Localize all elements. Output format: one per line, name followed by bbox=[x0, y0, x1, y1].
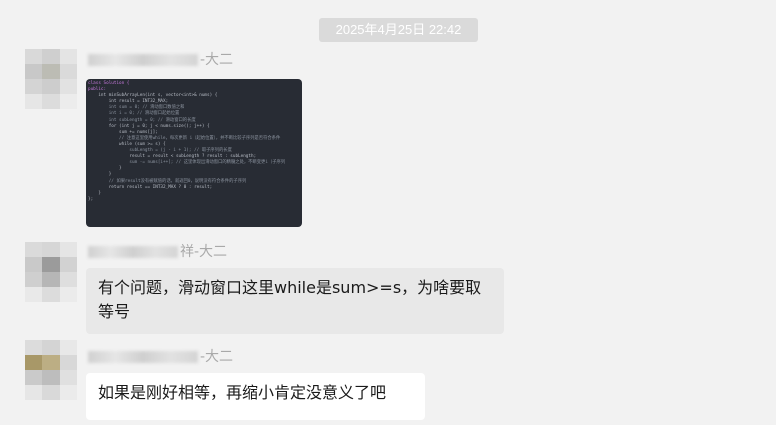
sender-name-suffix: 祥-大二 bbox=[180, 244, 228, 260]
avatar[interactable] bbox=[25, 242, 77, 302]
sender-name: -大二 bbox=[88, 50, 233, 70]
chat-timestamp: 2025年4月25日 22:42 bbox=[319, 18, 478, 42]
avatar[interactable] bbox=[25, 340, 77, 400]
sender-name-suffix: -大二 bbox=[200, 349, 234, 365]
avatar[interactable] bbox=[25, 49, 77, 109]
sender-name-suffix: -大二 bbox=[200, 52, 234, 68]
message-bubble[interactable]: 有个问题，滑动窗口这里while是sum>=s，为啥要取等号 bbox=[86, 268, 504, 334]
sender-name: -大二 bbox=[88, 347, 233, 367]
message-text: 如果是刚好相等，再缩小肯定没意义了吧 bbox=[98, 383, 387, 402]
blurred-name bbox=[88, 351, 198, 363]
blurred-name bbox=[88, 246, 178, 258]
message-bubble[interactable]: 如果是刚好相等，再缩小肯定没意义了吧 bbox=[86, 373, 425, 420]
sender-name: 祥-大二 bbox=[88, 242, 227, 262]
message-text: 有个问题，滑动窗口这里while是sum>=s，为啥要取等号 bbox=[98, 278, 482, 321]
blurred-name bbox=[88, 54, 198, 66]
code-line: }; bbox=[88, 196, 94, 202]
code-image[interactable]: class Solution {public: int minSubArrayL… bbox=[86, 79, 302, 227]
code-lines: class Solution {public: int minSubArrayL… bbox=[88, 81, 302, 203]
